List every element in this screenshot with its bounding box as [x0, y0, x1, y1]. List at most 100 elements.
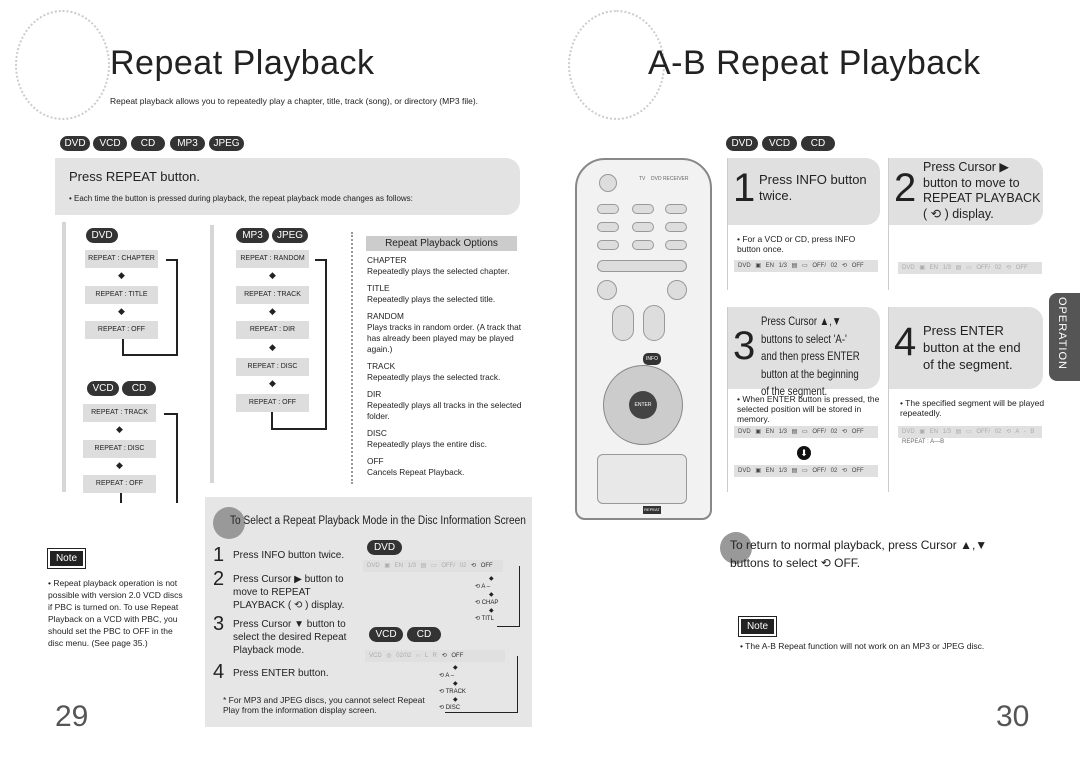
step-bullet: • When ENTER button is pressed, the sele… — [737, 394, 880, 424]
return-instruction: To return to normal playback, press Curs… — [730, 538, 988, 570]
disc-badge-cd: CD — [407, 627, 441, 642]
option-dir: DIR Repeatedly plays all tracks in the se… — [367, 389, 524, 422]
step-number: 3 — [733, 324, 756, 368]
arrow-icon: ◆ — [118, 306, 125, 316]
disc-badge-dvd: DVD — [726, 136, 758, 151]
remote-button — [665, 240, 687, 250]
side-tab-label: OPERATION — [1056, 297, 1068, 370]
banner-bullet: • Each time the button is pressed during… — [69, 194, 413, 203]
side-tab-operation: OPERATION — [1049, 293, 1080, 381]
option-name: TITLE — [367, 283, 390, 293]
enter-button: ENTER — [629, 391, 657, 419]
power-button — [599, 174, 617, 192]
option-off: OFF Cancels Repeat Playback. — [367, 456, 527, 478]
disc-badge-dvd: DVD — [86, 228, 118, 243]
option-desc: Repeatedly plays the selected title. — [367, 294, 496, 304]
repeat-mode-box: REPEAT : DISC — [236, 358, 309, 376]
note-badge: Note — [738, 616, 777, 637]
down-arrow-icon: ⬇ — [797, 446, 811, 460]
repeat-mode-box: REPEAT : TRACK — [236, 286, 309, 304]
remote-button — [665, 222, 687, 232]
page-title: Repeat Playback — [110, 44, 375, 82]
arrow-icon: ◆ — [116, 424, 123, 434]
dotted-divider — [351, 232, 353, 484]
info-bar-text: VCD ◎ 02/02 ∩ L R — [369, 653, 438, 659]
disc-badge-cd: CD — [122, 381, 156, 396]
remote-label: TV — [639, 176, 646, 182]
step-text: Press Cursor ▶ button to move to REPEAT … — [923, 160, 1041, 221]
loop-line — [164, 413, 178, 415]
page-title: A-B Repeat Playback — [648, 44, 981, 82]
option-desc: Repeatedly plays the selected chapter. — [367, 266, 510, 276]
loop-line — [176, 259, 178, 356]
step-number: 2 — [213, 568, 225, 590]
step-number: 2 — [894, 166, 917, 210]
info-bar: DVD ▣ EN 1/3 ▤ ▭ OFF/ 02 ⟲ OFF — [734, 426, 878, 438]
loop-line — [519, 566, 520, 626]
divider — [210, 225, 214, 483]
note-badge: Note — [47, 548, 86, 569]
banner-heading: Press REPEAT button. — [69, 169, 201, 184]
option-chapter: CHAPTER Repeatedly plays the selected cha… — [367, 255, 527, 277]
remote-button — [597, 204, 619, 214]
disc-badge-jpeg: JPEG — [209, 136, 244, 151]
loop-line — [166, 259, 178, 261]
loop-line — [497, 626, 520, 627]
step-text: Press ENTER button at the end of the seg… — [923, 323, 1021, 372]
mode-label: ⟲ DISC — [439, 705, 461, 711]
repeat-mode-box: REPEAT : TITLE — [85, 286, 158, 304]
remote-control-illustration: TV DVD RECEIVER INFO ENTER REPEAT — [575, 158, 712, 520]
step-number: 1 — [213, 544, 225, 566]
option-desc: Repeatedly plays all tracks in the selec… — [367, 400, 522, 421]
option-name: CHAPTER — [367, 255, 407, 265]
remote-button — [643, 305, 665, 341]
loop-line — [315, 259, 327, 261]
option-desc: Repeatedly plays the entire disc. — [367, 439, 487, 449]
remote-button — [612, 305, 634, 341]
dvd-mode-list: ◆ ⟲ A – ◆ ⟲ CHAP ◆ ⟲ TITL — [475, 576, 499, 622]
repeat-mode-box: REPEAT : OFF — [236, 394, 309, 412]
option-desc: Plays tracks in random order. (A track t… — [367, 322, 522, 354]
repeat-caption: REPEAT : A—B — [902, 439, 945, 445]
step-bullet: • For a VCD or CD, press INFO button onc… — [737, 234, 856, 254]
step-panel-border — [727, 307, 728, 492]
repeat-mode-box: REPEAT : RANDOM — [236, 250, 309, 268]
remote-button — [597, 240, 619, 250]
step-panel-border — [888, 158, 889, 290]
info-bar: DVD ▣ EN 1/3 ▤ ▭ OFF/ 02 ⟲ OFF — [734, 465, 878, 477]
remote-label: DVD RECEIVER — [651, 176, 689, 182]
arrow-icon: ◆ — [269, 342, 276, 352]
info-bar: DVD ▣ EN 1/3 ▤ ▭ OFF/ 02 ⟲ A - B — [898, 426, 1042, 438]
loop-line — [517, 656, 518, 712]
repeat-off-label: ⟲ OFF — [471, 563, 493, 569]
option-desc: Cancels Repeat Playback. — [367, 467, 465, 477]
option-title: TITLE Repeatedly plays the selected title… — [367, 283, 527, 305]
disc-badge-vcd: VCD — [87, 381, 119, 396]
disc-badge-dvd: DVD — [367, 540, 402, 555]
disc-badge-jpeg: JPEG — [272, 228, 308, 243]
option-name: OFF — [367, 456, 384, 466]
step-text: Press Cursor ▲,▼ buttons to select 'A-' … — [761, 314, 860, 398]
mode-label: ⟲ A – — [475, 584, 491, 590]
disc-badge-vcd: VCD — [93, 136, 127, 151]
loop-line — [325, 259, 327, 430]
loop-line — [271, 412, 273, 429]
repeat-mode-box: REPEAT : OFF — [83, 475, 156, 493]
step-text: Press Cursor ▶ button to move to REPEAT … — [233, 574, 345, 611]
step-number: 3 — [213, 613, 225, 635]
remote-button — [597, 260, 687, 272]
option-track: TRACK Repeatedly plays the selected track… — [367, 361, 527, 383]
remote-button — [597, 280, 617, 300]
info-bar: DVD ▣ EN 1/3 ▤ ▭ OFF/ 02 ⟲ OFF — [734, 260, 878, 272]
page-number: 30 — [996, 700, 1030, 733]
info-bar-vcd: VCD ◎ 02/02 ∩ L R ⟲ OFF — [365, 650, 505, 662]
disc-badge-mp3: MP3 — [170, 136, 205, 151]
remote-button — [632, 222, 654, 232]
loop-line — [120, 493, 122, 503]
loop-line — [122, 354, 178, 356]
divider — [62, 222, 66, 492]
option-random: RANDOM Plays tracks in random order. (A t… — [367, 311, 522, 355]
arrow-icon: ◆ — [116, 460, 123, 470]
footnote: * For MP3 and JPEG discs, you cannot sel… — [223, 695, 425, 715]
vcd-mode-list: ◆ ⟲ A – ◆ ⟲ TRACK ◆ ⟲ DISC — [439, 665, 466, 711]
